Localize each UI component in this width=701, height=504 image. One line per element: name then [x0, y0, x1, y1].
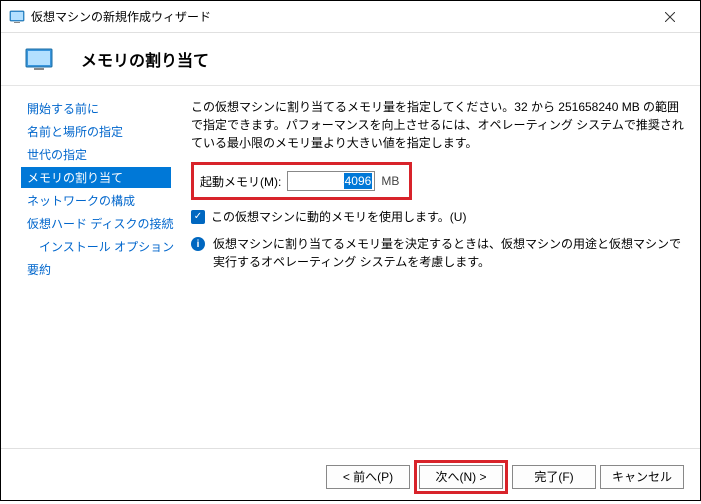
highlight-next-box: 次へ(N) >	[414, 460, 508, 494]
finish-button[interactable]: 完了(F)	[512, 465, 596, 489]
info-icon: i	[191, 237, 205, 251]
dynamic-memory-label: この仮想マシンに動的メモリを使用します。(U)	[211, 208, 466, 225]
wizard-steps: 開始する前に 名前と場所の指定 世代の指定 メモリの割り当て ネットワークの構成…	[1, 86, 171, 448]
app-icon	[9, 9, 25, 25]
step-memory[interactable]: メモリの割り当て	[21, 167, 171, 188]
info-text: 仮想マシンに割り当てるメモリ量を決定するときは、仮想マシンの用途と仮想マシンで実…	[213, 235, 684, 271]
wizard-icon	[25, 48, 53, 70]
previous-button[interactable]: < 前へ(P)	[326, 465, 410, 489]
step-summary[interactable]: 要約	[21, 259, 171, 280]
page-title: メモリの割り当て	[81, 47, 209, 71]
step-network[interactable]: ネットワークの構成	[21, 190, 171, 211]
step-generation[interactable]: 世代の指定	[21, 144, 171, 165]
memory-unit: MB	[381, 174, 399, 188]
highlight-memory-box: 起動メモリ(M): 4096 MB	[191, 162, 412, 200]
step-install-options[interactable]: インストール オプション	[21, 236, 171, 257]
memory-label: 起動メモリ(M):	[200, 173, 281, 190]
next-button[interactable]: 次へ(N) >	[419, 465, 503, 489]
dynamic-memory-checkbox[interactable]: ✓	[191, 210, 205, 224]
cancel-button[interactable]: キャンセル	[600, 465, 684, 489]
step-vhd[interactable]: 仮想ハード ディスクの接続	[21, 213, 171, 234]
close-icon	[665, 12, 675, 22]
description-text: この仮想マシンに割り当てるメモリ量を指定してください。32 から 2516582…	[191, 98, 684, 152]
step-name-location[interactable]: 名前と場所の指定	[21, 121, 171, 142]
close-button[interactable]	[648, 1, 692, 32]
memory-value-selection: 4096	[344, 173, 373, 189]
step-before-begin[interactable]: 開始する前に	[21, 98, 171, 119]
window-title: 仮想マシンの新規作成ウィザード	[31, 8, 648, 25]
